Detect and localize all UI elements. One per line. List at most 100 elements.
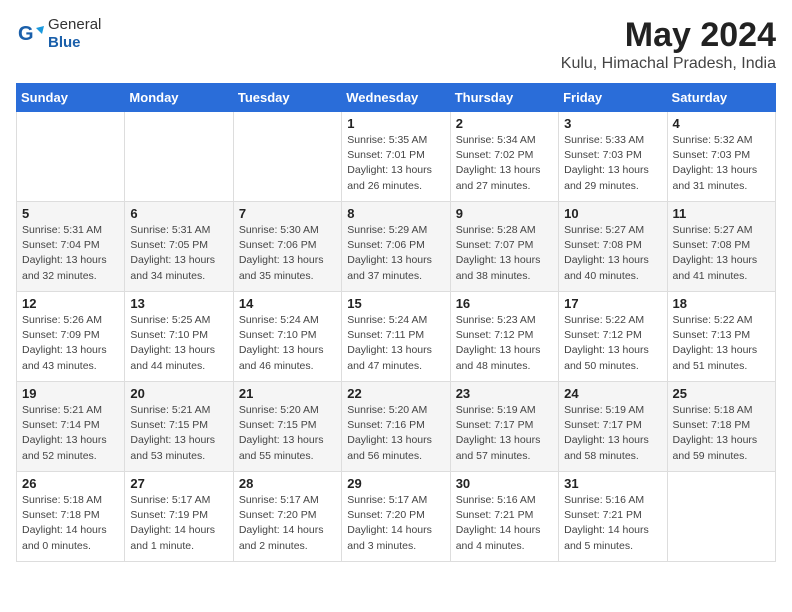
table-row [667,472,775,562]
day-number: 20 [130,386,227,401]
day-number: 31 [564,476,661,491]
day-number: 18 [673,296,770,311]
day-number: 1 [347,116,444,131]
table-row: 24 Sunrise: 5:19 AM Sunset: 7:17 PM Dayli… [559,382,667,472]
table-row: 28Sunrise: 5:17 AM Sunset: 7:20 PM Dayli… [233,472,341,562]
day-number: 27 [130,476,227,491]
table-row: 23 Sunrise: 5:19 AM Sunset: 7:17 PM Dayli… [450,382,558,472]
day-info: Sunrise: 5:35 AM Sunset: 7:01 PM Dayligh… [347,133,444,194]
calendar-week-row: 5 Sunrise: 5:31 AM Sunset: 7:04 PM Daylig… [17,202,776,292]
day-info: Sunrise: 5:27 AM Sunset: 7:08 PM Dayligh… [673,223,770,284]
table-row: 15 Sunrise: 5:24 AM Sunset: 7:11 PM Dayli… [342,292,450,382]
day-info: Sunrise: 5:32 AM Sunset: 7:03 PM Dayligh… [673,133,770,194]
day-number: 29 [347,476,444,491]
day-number: 28 [239,476,336,491]
calendar-header-row: Sunday Monday Tuesday Wednesday Thursday… [17,84,776,112]
table-row: 20 Sunrise: 5:21 AM Sunset: 7:15 PM Dayli… [125,382,233,472]
day-number: 6 [130,206,227,221]
day-info: Sunrise: 5:24 AM Sunset: 7:11 PM Dayligh… [347,313,444,374]
day-number: 26 [22,476,119,491]
table-row: 6 Sunrise: 5:31 AM Sunset: 7:05 PM Daylig… [125,202,233,292]
day-number: 15 [347,296,444,311]
table-row: 10Sunrise: 5:27 AM Sunset: 7:08 PM Dayli… [559,202,667,292]
day-info: Sunrise: 5:21 AM Sunset: 7:14 PM Dayligh… [22,403,119,464]
table-row: 17 Sunrise: 5:22 AM Sunset: 7:12 PM Dayli… [559,292,667,382]
calendar-week-row: 26 Sunrise: 5:18 AM Sunset: 7:18 PM Dayli… [17,472,776,562]
calendar-week-row: 12Sunrise: 5:26 AM Sunset: 7:09 PM Dayli… [17,292,776,382]
day-number: 7 [239,206,336,221]
day-number: 9 [456,206,553,221]
table-row: 12Sunrise: 5:26 AM Sunset: 7:09 PM Dayli… [17,292,125,382]
table-row [17,112,125,202]
day-number: 11 [673,206,770,221]
table-row: 18 Sunrise: 5:22 AM Sunset: 7:13 PM Dayli… [667,292,775,382]
day-info: Sunrise: 5:21 AM Sunset: 7:15 PM Dayligh… [130,403,227,464]
day-info: Sunrise: 5:16 AM Sunset: 7:21 PM Dayligh… [456,493,553,554]
table-row [233,112,341,202]
day-number: 5 [22,206,119,221]
day-info: Sunrise: 5:26 AM Sunset: 7:09 PM Dayligh… [22,313,119,374]
table-row: 13Sunrise: 5:25 AM Sunset: 7:10 PM Dayli… [125,292,233,382]
table-row: 3 Sunrise: 5:33 AM Sunset: 7:03 PM Daylig… [559,112,667,202]
day-info: Sunrise: 5:30 AM Sunset: 7:06 PM Dayligh… [239,223,336,284]
day-info: Sunrise: 5:18 AM Sunset: 7:18 PM Dayligh… [22,493,119,554]
header-saturday: Saturday [667,84,775,112]
day-info: Sunrise: 5:31 AM Sunset: 7:05 PM Dayligh… [130,223,227,284]
day-number: 23 [456,386,553,401]
day-number: 8 [347,206,444,221]
day-number: 17 [564,296,661,311]
header-monday: Monday [125,84,233,112]
calendar-main-title: May 2024 [561,16,776,55]
table-row: 27 Sunrise: 5:17 AM Sunset: 7:19 PM Dayli… [125,472,233,562]
calendar-week-row: 1 Sunrise: 5:35 AM Sunset: 7:01 PM Daylig… [17,112,776,202]
table-row: 7 Sunrise: 5:30 AM Sunset: 7:06 PM Daylig… [233,202,341,292]
header-wednesday: Wednesday [342,84,450,112]
calendar-table: Sunday Monday Tuesday Wednesday Thursday… [16,83,776,562]
table-row: 14Sunrise: 5:24 AM Sunset: 7:10 PM Dayli… [233,292,341,382]
day-number: 30 [456,476,553,491]
day-info: Sunrise: 5:31 AM Sunset: 7:04 PM Dayligh… [22,223,119,284]
calendar-title-area: May 2024 Kulu, Himachal Pradesh, India [561,16,776,73]
day-info: Sunrise: 5:22 AM Sunset: 7:12 PM Dayligh… [564,313,661,374]
day-info: Sunrise: 5:19 AM Sunset: 7:17 PM Dayligh… [456,403,553,464]
day-info: Sunrise: 5:17 AM Sunset: 7:19 PM Dayligh… [130,493,227,554]
day-info: Sunrise: 5:24 AM Sunset: 7:10 PM Dayligh… [239,313,336,374]
table-row: 16Sunrise: 5:23 AM Sunset: 7:12 PM Dayli… [450,292,558,382]
table-row: 9Sunrise: 5:28 AM Sunset: 7:07 PM Daylig… [450,202,558,292]
table-row: 1 Sunrise: 5:35 AM Sunset: 7:01 PM Daylig… [342,112,450,202]
table-row: 26 Sunrise: 5:18 AM Sunset: 7:18 PM Dayli… [17,472,125,562]
logo: G General Blue [16,16,101,52]
day-info: Sunrise: 5:20 AM Sunset: 7:16 PM Dayligh… [347,403,444,464]
logo-text: General Blue [48,16,101,52]
day-number: 2 [456,116,553,131]
day-info: Sunrise: 5:19 AM Sunset: 7:17 PM Dayligh… [564,403,661,464]
table-row: 2Sunrise: 5:34 AM Sunset: 7:02 PM Daylig… [450,112,558,202]
day-number: 3 [564,116,661,131]
header-sunday: Sunday [17,84,125,112]
table-row: 11 Sunrise: 5:27 AM Sunset: 7:08 PM Dayli… [667,202,775,292]
day-info: Sunrise: 5:22 AM Sunset: 7:13 PM Dayligh… [673,313,770,374]
calendar-week-row: 19 Sunrise: 5:21 AM Sunset: 7:14 PM Dayli… [17,382,776,472]
day-info: Sunrise: 5:23 AM Sunset: 7:12 PM Dayligh… [456,313,553,374]
day-info: Sunrise: 5:20 AM Sunset: 7:15 PM Dayligh… [239,403,336,464]
day-number: 22 [347,386,444,401]
day-info: Sunrise: 5:33 AM Sunset: 7:03 PM Dayligh… [564,133,661,194]
table-row: 31 Sunrise: 5:16 AM Sunset: 7:21 PM Dayli… [559,472,667,562]
calendar-subtitle: Kulu, Himachal Pradesh, India [561,55,776,73]
day-number: 13 [130,296,227,311]
table-row [125,112,233,202]
day-info: Sunrise: 5:18 AM Sunset: 7:18 PM Dayligh… [673,403,770,464]
table-row: 8Sunrise: 5:29 AM Sunset: 7:06 PM Daylig… [342,202,450,292]
table-row: 25Sunrise: 5:18 AM Sunset: 7:18 PM Dayli… [667,382,775,472]
table-row: 19 Sunrise: 5:21 AM Sunset: 7:14 PM Dayli… [17,382,125,472]
day-number: 4 [673,116,770,131]
header-friday: Friday [559,84,667,112]
day-number: 24 [564,386,661,401]
day-number: 21 [239,386,336,401]
day-info: Sunrise: 5:16 AM Sunset: 7:21 PM Dayligh… [564,493,661,554]
table-row: 4 Sunrise: 5:32 AM Sunset: 7:03 PM Daylig… [667,112,775,202]
day-info: Sunrise: 5:17 AM Sunset: 7:20 PM Dayligh… [347,493,444,554]
table-row: 29 Sunrise: 5:17 AM Sunset: 7:20 PM Dayli… [342,472,450,562]
table-row: 22 Sunrise: 5:20 AM Sunset: 7:16 PM Dayli… [342,382,450,472]
day-number: 19 [22,386,119,401]
